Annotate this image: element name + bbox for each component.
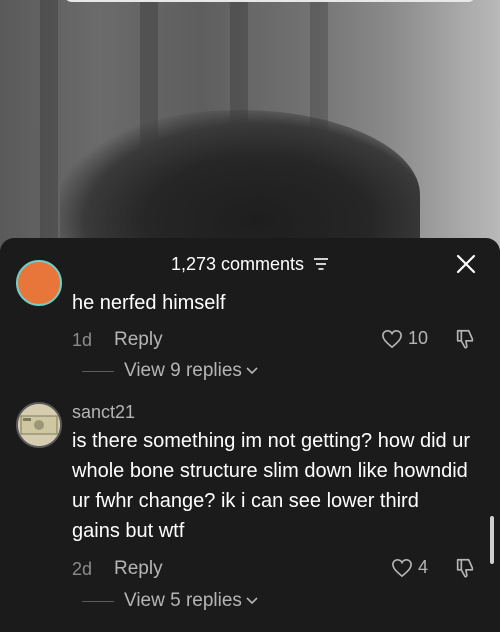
view-replies-button[interactable]: View 5 replies bbox=[82, 590, 258, 612]
chevron-down-icon bbox=[246, 597, 258, 605]
like-count: 10 bbox=[407, 328, 428, 348]
comment-meta: 1d Reply bbox=[72, 329, 500, 351]
video-subject-hair bbox=[60, 110, 420, 250]
comment-text: he nerfed himself bbox=[72, 292, 226, 314]
comment-age: 1d bbox=[72, 330, 93, 350]
heart-outline-icon bbox=[392, 558, 412, 577]
replies-divider bbox=[82, 600, 114, 602]
comment-meta: 2d Reply bbox=[72, 558, 163, 580]
replies-divider bbox=[82, 370, 114, 372]
thumbs-down-icon[interactable] bbox=[454, 328, 476, 355]
chevron-down-icon bbox=[246, 367, 258, 375]
avatar[interactable] bbox=[16, 260, 62, 306]
close-icon[interactable] bbox=[456, 254, 476, 279]
video-overlay-bar bbox=[64, 0, 476, 2]
comment-item: he nerfed himself 1d Reply 10 View 9 rep… bbox=[0, 260, 500, 388]
app-screen: 1,273 comments he nerfed himself 1d Repl… bbox=[0, 0, 500, 632]
curtain-fold bbox=[40, 0, 58, 250]
filter-icon[interactable] bbox=[313, 255, 329, 276]
view-replies-label: View 5 replies bbox=[124, 590, 242, 611]
comment-count-sort[interactable]: 1,273 comments bbox=[0, 254, 500, 276]
heart-outline-icon bbox=[382, 329, 402, 348]
like-button[interactable]: 10 bbox=[381, 328, 428, 349]
thumbs-down-icon[interactable] bbox=[454, 557, 476, 584]
comment-age: 2d bbox=[72, 559, 93, 579]
reply-button[interactable]: Reply bbox=[114, 558, 163, 580]
dollar-bill-avatar-image bbox=[18, 404, 60, 446]
reply-button[interactable]: Reply bbox=[114, 329, 163, 351]
scrollbar[interactable] bbox=[490, 516, 494, 564]
like-count: 4 bbox=[417, 557, 428, 577]
view-replies-label: View 9 replies bbox=[124, 360, 242, 381]
comment-item: sanct21 is there something im not gettin… bbox=[0, 396, 500, 626]
view-replies-button[interactable]: View 9 replies bbox=[82, 360, 258, 382]
like-button[interactable]: 4 bbox=[391, 557, 428, 578]
comment-text: is there something im not getting? how d… bbox=[72, 430, 470, 542]
comments-sheet: 1,273 comments he nerfed himself 1d Repl… bbox=[0, 238, 500, 632]
avatar[interactable] bbox=[16, 402, 62, 448]
comment-count-label: 1,273 comments bbox=[170, 254, 305, 274]
comment-username[interactable]: sanct21 bbox=[72, 402, 135, 423]
video-background[interactable] bbox=[0, 0, 500, 250]
